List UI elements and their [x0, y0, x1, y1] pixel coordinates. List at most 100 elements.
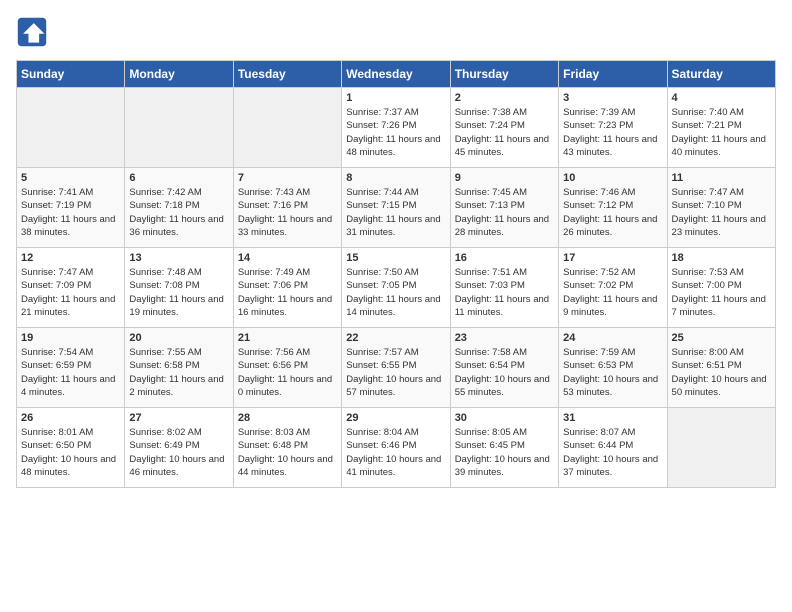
cell-details: Sunrise: 7:38 AMSunset: 7:24 PMDaylight:… — [455, 106, 554, 159]
day-number: 3 — [563, 92, 662, 104]
cell-details: Sunrise: 7:56 AMSunset: 6:56 PMDaylight:… — [238, 346, 337, 399]
day-number: 5 — [21, 172, 120, 184]
cell-details: Sunrise: 7:58 AMSunset: 6:54 PMDaylight:… — [455, 346, 554, 399]
day-number: 7 — [238, 172, 337, 184]
day-number: 18 — [672, 252, 771, 264]
day-header-sunday: Sunday — [17, 61, 125, 88]
cell-details: Sunrise: 7:50 AMSunset: 7:05 PMDaylight:… — [346, 266, 445, 319]
day-number: 17 — [563, 252, 662, 264]
calendar-cell: 30Sunrise: 8:05 AMSunset: 6:45 PMDayligh… — [450, 408, 558, 488]
day-number: 15 — [346, 252, 445, 264]
calendar-cell: 26 Sunrise: 8:01 AMSunset: 6:50 PMDayligh… — [17, 408, 125, 488]
calendar-cell: 9 Sunrise: 7:45 AMSunset: 7:13 PMDaylight… — [450, 168, 558, 248]
day-number: 13 — [129, 252, 228, 264]
calendar-cell: 4 Sunrise: 7:40 AMSunset: 7:21 PMDaylight… — [667, 88, 775, 168]
calendar-cell: 13 Sunrise: 7:48 AMSunset: 7:08 PMDayligh… — [125, 248, 233, 328]
calendar-cell: 22 Sunrise: 7:57 AMSunset: 6:55 PMDayligh… — [342, 328, 450, 408]
day-number: 12 — [21, 252, 120, 264]
calendar-cell: 15 Sunrise: 7:50 AMSunset: 7:05 PMDayligh… — [342, 248, 450, 328]
calendar-cell: 17 Sunrise: 7:52 AMSunset: 7:02 PMDayligh… — [559, 248, 667, 328]
cell-details: Sunrise: 7:57 AMSunset: 6:55 PMDaylight:… — [346, 346, 445, 399]
calendar-cell: 20 Sunrise: 7:55 AMSunset: 6:58 PMDayligh… — [125, 328, 233, 408]
calendar-week-3: 12 Sunrise: 7:47 AMSunset: 7:09 PMDayligh… — [17, 248, 776, 328]
cell-details: Sunrise: 7:47 AMSunset: 7:09 PMDaylight:… — [21, 266, 120, 319]
calendar-table: SundayMondayTuesdayWednesdayThursdayFrid… — [16, 60, 776, 488]
day-number: 21 — [238, 332, 337, 344]
cell-details: Sunrise: 7:45 AMSunset: 7:13 PMDaylight:… — [455, 186, 554, 239]
calendar-cell — [17, 88, 125, 168]
calendar-cell: 5 Sunrise: 7:41 AMSunset: 7:19 PMDaylight… — [17, 168, 125, 248]
calendar-cell: 18Sunrise: 7:53 AMSunset: 7:00 PMDayligh… — [667, 248, 775, 328]
cell-details: Sunrise: 8:04 AMSunset: 6:46 PMDaylight:… — [346, 426, 445, 479]
day-number: 4 — [672, 92, 771, 104]
calendar-cell — [667, 408, 775, 488]
day-number: 28 — [238, 412, 337, 424]
calendar-week-1: 1 Sunrise: 7:37 AMSunset: 7:26 PMDaylight… — [17, 88, 776, 168]
day-header-saturday: Saturday — [667, 61, 775, 88]
calendar-cell — [233, 88, 341, 168]
cell-details: Sunrise: 7:39 AMSunset: 7:23 PMDaylight:… — [563, 106, 662, 159]
calendar-cell: 7 Sunrise: 7:43 AMSunset: 7:16 PMDaylight… — [233, 168, 341, 248]
day-header-tuesday: Tuesday — [233, 61, 341, 88]
day-number: 27 — [129, 412, 228, 424]
calendar-cell: 24 Sunrise: 7:59 AMSunset: 6:53 PMDayligh… — [559, 328, 667, 408]
cell-details: Sunrise: 7:51 AMSunset: 7:03 PMDaylight:… — [455, 266, 554, 319]
cell-details: Sunrise: 8:05 AMSunset: 6:45 PMDaylight:… — [455, 426, 554, 479]
calendar-cell: 16 Sunrise: 7:51 AMSunset: 7:03 PMDayligh… — [450, 248, 558, 328]
logo-icon — [16, 16, 48, 48]
calendar-week-2: 5 Sunrise: 7:41 AMSunset: 7:19 PMDaylight… — [17, 168, 776, 248]
page-header — [16, 16, 776, 48]
logo — [16, 16, 52, 48]
calendar-cell: 28Sunrise: 8:03 AMSunset: 6:48 PMDayligh… — [233, 408, 341, 488]
calendar-cell: 1 Sunrise: 7:37 AMSunset: 7:26 PMDaylight… — [342, 88, 450, 168]
day-number: 19 — [21, 332, 120, 344]
cell-details: Sunrise: 7:49 AMSunset: 7:06 PMDaylight:… — [238, 266, 337, 319]
day-number: 2 — [455, 92, 554, 104]
cell-details: Sunrise: 7:48 AMSunset: 7:08 PMDaylight:… — [129, 266, 228, 319]
calendar-week-5: 26 Sunrise: 8:01 AMSunset: 6:50 PMDayligh… — [17, 408, 776, 488]
cell-details: Sunrise: 8:01 AMSunset: 6:50 PMDaylight:… — [21, 426, 120, 479]
calendar-cell: 11Sunrise: 7:47 AMSunset: 7:10 PMDayligh… — [667, 168, 775, 248]
cell-details: Sunrise: 7:52 AMSunset: 7:02 PMDaylight:… — [563, 266, 662, 319]
day-number: 8 — [346, 172, 445, 184]
cell-details: Sunrise: 7:55 AMSunset: 6:58 PMDaylight:… — [129, 346, 228, 399]
cell-details: Sunrise: 7:59 AMSunset: 6:53 PMDaylight:… — [563, 346, 662, 399]
cell-details: Sunrise: 7:42 AMSunset: 7:18 PMDaylight:… — [129, 186, 228, 239]
calendar-cell: 27Sunrise: 8:02 AMSunset: 6:49 PMDayligh… — [125, 408, 233, 488]
cell-details: Sunrise: 8:07 AMSunset: 6:44 PMDaylight:… — [563, 426, 662, 479]
day-number: 1 — [346, 92, 445, 104]
calendar-week-4: 19Sunrise: 7:54 AMSunset: 6:59 PMDayligh… — [17, 328, 776, 408]
day-number: 20 — [129, 332, 228, 344]
calendar-cell: 3 Sunrise: 7:39 AMSunset: 7:23 PMDaylight… — [559, 88, 667, 168]
day-header-thursday: Thursday — [450, 61, 558, 88]
day-number: 23 — [455, 332, 554, 344]
cell-details: Sunrise: 7:40 AMSunset: 7:21 PMDaylight:… — [672, 106, 771, 159]
day-header-wednesday: Wednesday — [342, 61, 450, 88]
cell-details: Sunrise: 7:37 AMSunset: 7:26 PMDaylight:… — [346, 106, 445, 159]
day-header-friday: Friday — [559, 61, 667, 88]
day-number: 22 — [346, 332, 445, 344]
calendar-cell: 23 Sunrise: 7:58 AMSunset: 6:54 PMDayligh… — [450, 328, 558, 408]
day-number: 14 — [238, 252, 337, 264]
day-number: 26 — [21, 412, 120, 424]
calendar-cell: 31Sunrise: 8:07 AMSunset: 6:44 PMDayligh… — [559, 408, 667, 488]
calendar-cell: 25Sunrise: 8:00 AMSunset: 6:51 PMDayligh… — [667, 328, 775, 408]
day-number: 24 — [563, 332, 662, 344]
calendar-header-row: SundayMondayTuesdayWednesdayThursdayFrid… — [17, 61, 776, 88]
day-number: 6 — [129, 172, 228, 184]
cell-details: Sunrise: 7:41 AMSunset: 7:19 PMDaylight:… — [21, 186, 120, 239]
calendar-cell: 6 Sunrise: 7:42 AMSunset: 7:18 PMDaylight… — [125, 168, 233, 248]
calendar-cell: 8 Sunrise: 7:44 AMSunset: 7:15 PMDaylight… — [342, 168, 450, 248]
calendar-cell — [125, 88, 233, 168]
day-number: 10 — [563, 172, 662, 184]
cell-details: Sunrise: 7:43 AMSunset: 7:16 PMDaylight:… — [238, 186, 337, 239]
day-number: 16 — [455, 252, 554, 264]
day-number: 11 — [672, 172, 771, 184]
day-number: 25 — [672, 332, 771, 344]
cell-details: Sunrise: 7:46 AMSunset: 7:12 PMDaylight:… — [563, 186, 662, 239]
calendar-cell: 19Sunrise: 7:54 AMSunset: 6:59 PMDayligh… — [17, 328, 125, 408]
calendar-cell: 2 Sunrise: 7:38 AMSunset: 7:24 PMDaylight… — [450, 88, 558, 168]
day-number: 9 — [455, 172, 554, 184]
calendar-cell: 21 Sunrise: 7:56 AMSunset: 6:56 PMDayligh… — [233, 328, 341, 408]
cell-details: Sunrise: 7:44 AMSunset: 7:15 PMDaylight:… — [346, 186, 445, 239]
